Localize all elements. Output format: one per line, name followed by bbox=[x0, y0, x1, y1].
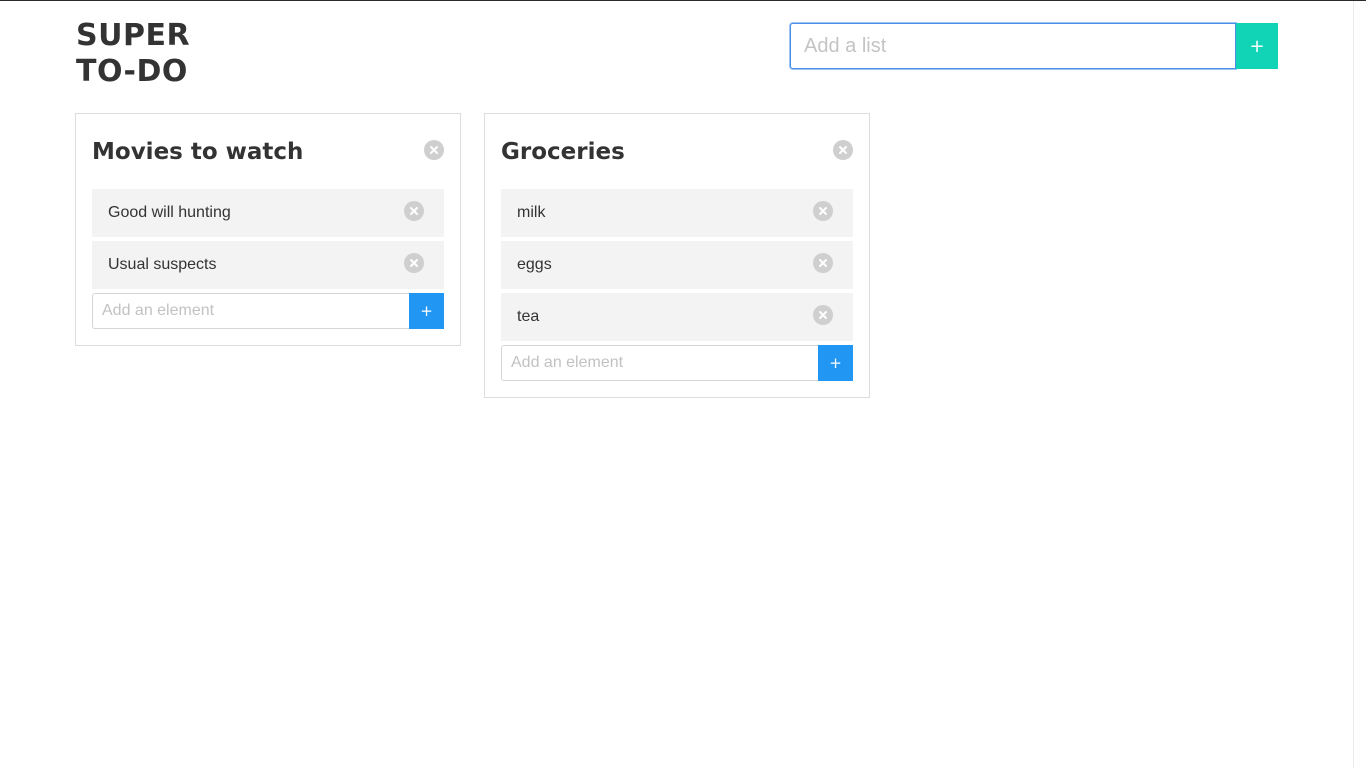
lists-container: Movies to watch Good will hunting Usual … bbox=[75, 113, 870, 398]
list-item: milk bbox=[501, 189, 853, 237]
new-list-form: + bbox=[790, 23, 1278, 69]
page-scrollbar[interactable] bbox=[1353, 1, 1366, 768]
list-title: Movies to watch bbox=[92, 139, 304, 165]
remove-item-button[interactable] bbox=[813, 253, 833, 273]
close-icon bbox=[819, 311, 827, 319]
new-list-input[interactable] bbox=[790, 23, 1236, 69]
add-element-form: + bbox=[501, 345, 853, 381]
list-item-label: eggs bbox=[517, 256, 552, 273]
remove-item-button[interactable] bbox=[404, 253, 424, 273]
remove-item-button[interactable] bbox=[813, 201, 833, 221]
close-icon bbox=[819, 259, 827, 267]
add-list-button[interactable]: + bbox=[1236, 23, 1278, 69]
list-item: tea bbox=[501, 293, 853, 341]
list-item-label: milk bbox=[517, 204, 546, 221]
list-title: Groceries bbox=[501, 139, 625, 165]
close-icon bbox=[430, 146, 438, 154]
list-items: milk eggs tea bbox=[501, 189, 853, 341]
remove-item-button[interactable] bbox=[404, 201, 424, 221]
list-card: Groceries milk eggs tea Add an element + bbox=[484, 113, 870, 398]
close-icon bbox=[819, 207, 827, 215]
app-title-line-2: TO-DO bbox=[76, 54, 188, 89]
close-icon bbox=[839, 146, 847, 154]
add-element-button[interactable]: + bbox=[409, 293, 444, 329]
list-item: Good will hunting bbox=[92, 189, 444, 237]
add-element-button[interactable]: + bbox=[818, 345, 853, 381]
add-element-input[interactable] bbox=[501, 345, 818, 381]
close-icon bbox=[410, 207, 418, 215]
list-items: Good will hunting Usual suspects bbox=[92, 189, 444, 289]
close-icon bbox=[410, 259, 418, 267]
list-item-label: Good will hunting bbox=[108, 204, 231, 221]
list-item-label: Usual suspects bbox=[108, 256, 217, 273]
add-element-input[interactable] bbox=[92, 293, 409, 329]
remove-item-button[interactable] bbox=[813, 305, 833, 325]
list-card: Movies to watch Good will hunting Usual … bbox=[75, 113, 461, 346]
add-element-form: + bbox=[92, 293, 444, 329]
app-title-line-1: SUPER bbox=[76, 18, 191, 53]
remove-list-button[interactable] bbox=[424, 140, 444, 160]
list-item: eggs bbox=[501, 241, 853, 289]
remove-list-button[interactable] bbox=[833, 140, 853, 160]
app-title: SUPER TO-DO bbox=[76, 18, 190, 90]
list-item: Usual suspects bbox=[92, 241, 444, 289]
list-item-label: tea bbox=[517, 308, 540, 325]
